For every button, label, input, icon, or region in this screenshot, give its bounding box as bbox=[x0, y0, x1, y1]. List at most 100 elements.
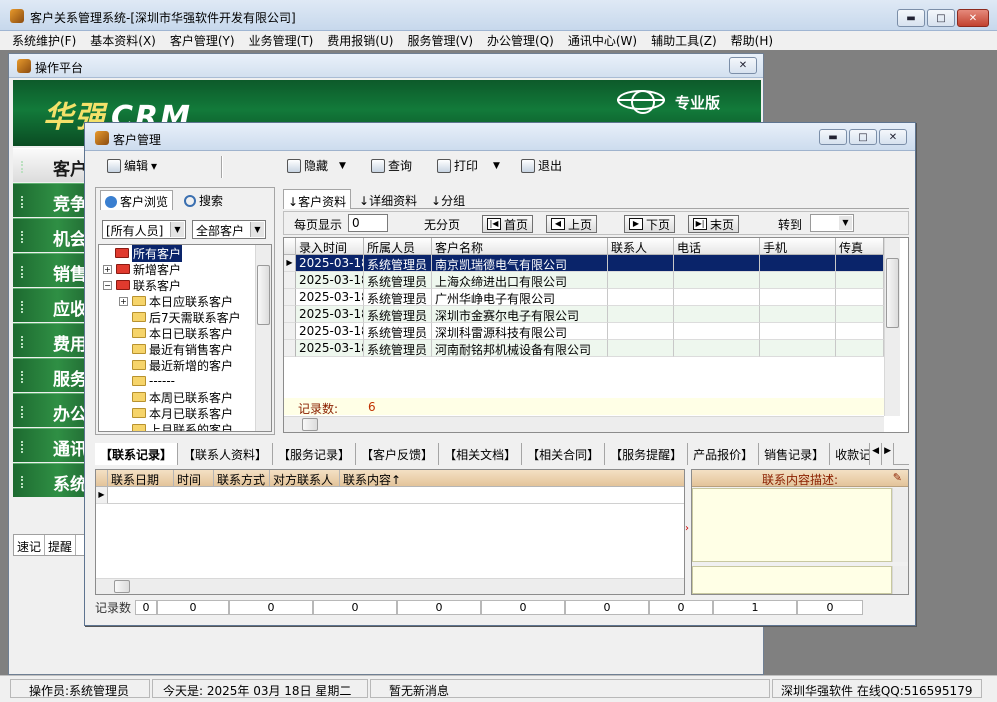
nav-opportunity[interactable]: 机会管理 bbox=[13, 218, 87, 252]
tab-detail-info[interactable]: ↓详细资料 bbox=[355, 189, 421, 209]
tab-contact-records[interactable]: 【联系记录】 bbox=[95, 443, 179, 465]
query-button[interactable]: 查询 bbox=[371, 157, 412, 174]
table-row[interactable]: 2025-03-18 系统管理员 上海众缔进出口有限公司 bbox=[284, 272, 884, 289]
per-page-input[interactable]: 0 bbox=[348, 214, 388, 232]
col-owner[interactable]: 所属人员 bbox=[364, 238, 432, 255]
scroll-thumb[interactable] bbox=[114, 580, 130, 593]
col-contact-content[interactable]: 联系内容↑ bbox=[340, 470, 684, 487]
nav-competitor[interactable]: 竞争对手 bbox=[13, 183, 87, 217]
nav-receivable[interactable]: 应收应付 bbox=[13, 288, 87, 322]
tree-node-today-done[interactable]: 本日已联系客户 bbox=[132, 325, 233, 341]
grid-hscroll[interactable] bbox=[284, 416, 884, 432]
col-contact[interactable]: 联系人 bbox=[608, 238, 674, 255]
contact-hscroll[interactable] bbox=[96, 578, 684, 594]
nav-settings[interactable]: 系统设置 bbox=[13, 463, 87, 497]
menu-basic-data[interactable]: 基本资料(X) bbox=[90, 32, 156, 49]
scroll-thumb[interactable] bbox=[257, 265, 270, 325]
tab-documents[interactable]: 【相关文档】 bbox=[439, 443, 523, 465]
tab-browse[interactable]: 客户浏览 bbox=[100, 190, 174, 210]
tab-contact-person[interactable]: 【联系人资料】 bbox=[178, 443, 274, 465]
tab-quotes[interactable]: 产品报价】 bbox=[688, 443, 760, 465]
tab-contracts[interactable]: 【相关合同】 bbox=[522, 443, 606, 465]
nav-office[interactable]: 办公管理 bbox=[13, 393, 87, 427]
customer-filter-select[interactable]: 全部客户 ▼ bbox=[192, 220, 266, 239]
platform-close-button[interactable]: ✕ bbox=[729, 57, 757, 74]
tree-node-all[interactable]: 所有客户 bbox=[115, 245, 183, 262]
menu-office[interactable]: 办公管理(Q) bbox=[487, 32, 554, 49]
scroll-thumb[interactable] bbox=[886, 258, 899, 328]
col-phone[interactable]: 电话 bbox=[674, 238, 760, 255]
tab-reminders[interactable]: 提醒 bbox=[45, 535, 77, 555]
tree-node-last-month[interactable]: 上月联系的客户 bbox=[132, 421, 233, 431]
col-time[interactable]: 时间 bbox=[174, 470, 214, 487]
collapse-icon[interactable]: − bbox=[103, 280, 112, 290]
col-entry-time[interactable]: 录入时间 bbox=[296, 238, 364, 255]
nav-comm[interactable]: 通讯中心 bbox=[13, 428, 87, 462]
desc-textarea[interactable] bbox=[692, 488, 892, 562]
pencil-icon[interactable]: ✎ bbox=[893, 471, 902, 484]
goto-select[interactable]: ▼ bbox=[810, 214, 854, 232]
table-row[interactable]: ▶ 2025-03-18 系统管理员 南京凯瑞德电气有限公司 bbox=[284, 255, 884, 272]
tree-node-next7[interactable]: 后7天需联系客户 bbox=[132, 309, 241, 325]
splitter-arrow-icon[interactable]: › bbox=[685, 523, 689, 534]
table-row[interactable]: 2025-03-18 系统管理员 广州华峥电子有限公司 bbox=[284, 289, 884, 306]
tree-node-contact[interactable]: − 联系客户 bbox=[103, 277, 181, 293]
cw-minimize-button[interactable]: ▬ bbox=[819, 129, 847, 145]
tab-feedback[interactable]: 【客户反馈】 bbox=[356, 443, 440, 465]
person-filter-select[interactable]: [所有人员] ▼ bbox=[102, 220, 186, 239]
menu-tools[interactable]: 辅助工具(Z) bbox=[651, 32, 717, 49]
desc-scrollbar-2[interactable] bbox=[892, 566, 908, 594]
cw-maximize-button[interactable]: □ bbox=[849, 129, 877, 145]
tree-node-new[interactable]: + 新增客户 bbox=[103, 261, 181, 277]
menu-help[interactable]: 帮助(H) bbox=[731, 32, 773, 49]
menu-service[interactable]: 服务管理(V) bbox=[407, 32, 473, 49]
tree-node-recent-new[interactable]: 最近新增的客户 bbox=[132, 357, 233, 373]
edit-button[interactable]: 编辑 ▾ bbox=[107, 157, 157, 174]
tree-node-this-week[interactable]: 本周已联系客户 bbox=[132, 389, 233, 405]
cw-close-button[interactable]: ✕ bbox=[879, 129, 907, 145]
prev-page-button[interactable]: ◀ 上页 bbox=[546, 215, 598, 233]
minimize-button[interactable]: ▬ bbox=[897, 9, 925, 27]
tab-sales-records[interactable]: 销售记录】 bbox=[759, 443, 831, 465]
desc-textarea-2[interactable] bbox=[692, 566, 892, 594]
tree-node-recent-sales[interactable]: 最近有销售客户 bbox=[132, 341, 233, 357]
nav-sales[interactable]: 销售管理 bbox=[13, 253, 87, 287]
table-row[interactable]: 2025-03-18 系统管理员 深圳科雷源科技有限公司 bbox=[284, 323, 884, 340]
hide-button[interactable]: 隐藏 ▼ bbox=[287, 157, 346, 174]
nav-expense[interactable]: 费用管理 bbox=[13, 323, 87, 357]
menu-expense[interactable]: 费用报销(U) bbox=[327, 32, 393, 49]
col-fax[interactable]: 传真 bbox=[836, 238, 884, 255]
table-row[interactable]: 2025-03-18 系统管理员 河南耐铭邦机械设备有限公司 bbox=[284, 340, 884, 357]
maximize-button[interactable]: □ bbox=[927, 9, 955, 27]
tree-node-today-due[interactable]: + 本日应联系客户 bbox=[119, 293, 233, 309]
scroll-thumb[interactable] bbox=[302, 418, 318, 431]
menu-system[interactable]: 系统维护(F) bbox=[12, 32, 76, 49]
tab-payments[interactable]: 收款记 bbox=[830, 443, 871, 465]
tab-customer-info[interactable]: ↓客户资料 bbox=[283, 189, 352, 209]
close-button[interactable]: ✕ bbox=[957, 9, 989, 27]
col-customer-name[interactable]: 客户名称 bbox=[432, 238, 608, 255]
expand-icon[interactable]: + bbox=[103, 264, 112, 274]
print-button[interactable]: 打印 ▼ bbox=[437, 157, 500, 174]
tree-node-divider[interactable]: ------ bbox=[132, 373, 175, 389]
first-page-button[interactable]: |◀ 首页 bbox=[482, 215, 534, 233]
nav-service[interactable]: 服务管理 bbox=[13, 358, 87, 392]
col-counterpart[interactable]: 对方联系人 bbox=[270, 470, 340, 487]
col-contact-method[interactable]: 联系方式 bbox=[214, 470, 270, 487]
expand-icon[interactable]: + bbox=[119, 296, 128, 306]
nav-customer[interactable]: 客户管理 bbox=[13, 148, 87, 182]
menu-customer[interactable]: 客户管理(Y) bbox=[170, 32, 235, 49]
next-page-button[interactable]: ▶ 下页 bbox=[624, 215, 676, 233]
tab-notes[interactable]: 速记 bbox=[14, 535, 46, 555]
tab-scroll-right-icon[interactable]: ▶ bbox=[882, 443, 894, 465]
col-contact-date[interactable]: 联系日期 bbox=[108, 470, 174, 487]
table-row[interactable]: 2025-03-18 系统管理员 深圳市金赛尔电子有限公司 bbox=[284, 306, 884, 323]
menu-business[interactable]: 业务管理(T) bbox=[249, 32, 314, 49]
grid-vscroll[interactable] bbox=[884, 238, 900, 416]
tab-service-records[interactable]: 【服务记录】 bbox=[273, 443, 357, 465]
exit-button[interactable]: 退出 bbox=[521, 157, 562, 174]
empty-row[interactable] bbox=[108, 487, 684, 504]
menu-comm[interactable]: 通讯中心(W) bbox=[568, 32, 637, 49]
col-mobile[interactable]: 手机 bbox=[760, 238, 836, 255]
tab-group[interactable]: ↓分组 bbox=[427, 189, 469, 209]
